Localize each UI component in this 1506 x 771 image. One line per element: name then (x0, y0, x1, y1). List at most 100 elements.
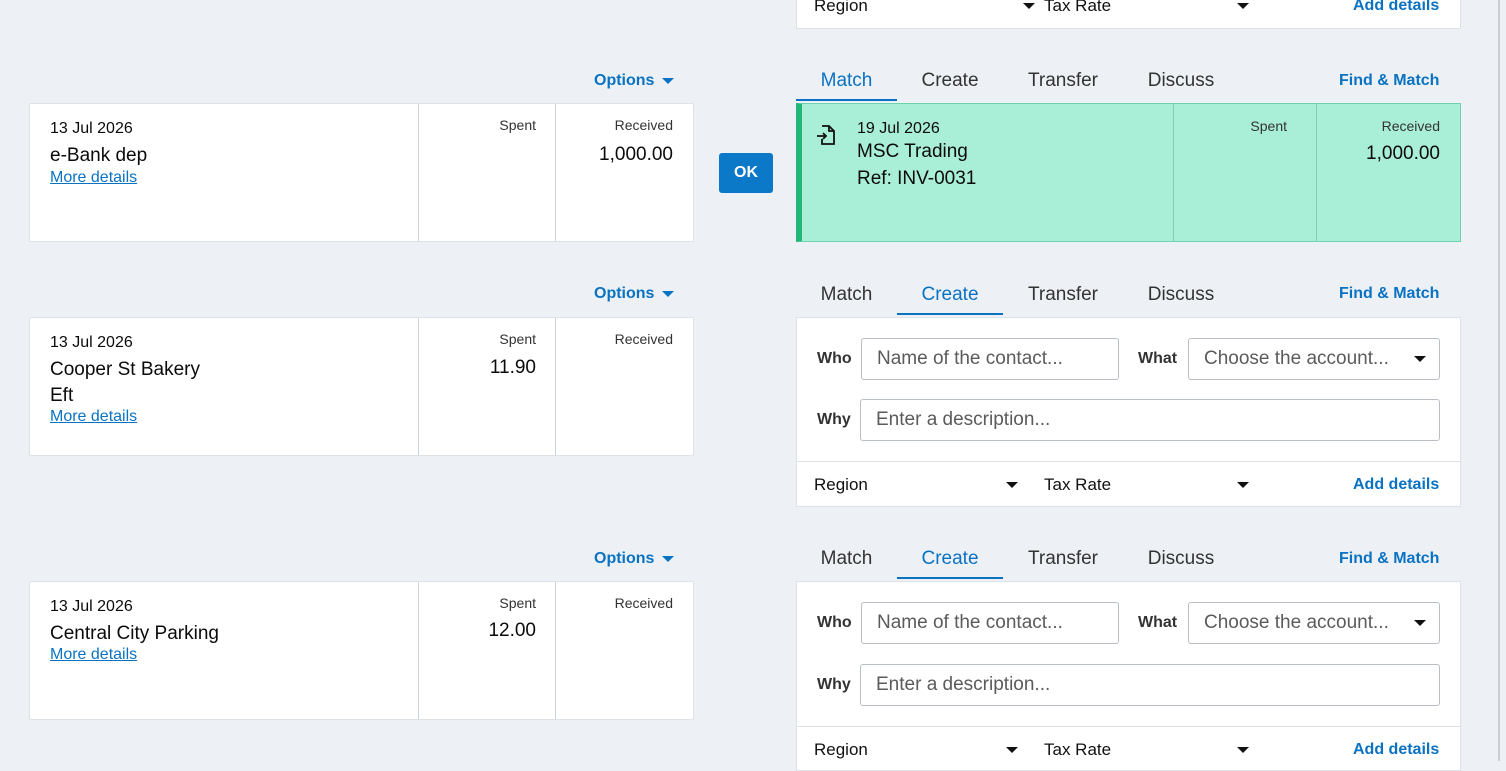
add-details-link[interactable]: Add details (1353, 741, 1439, 759)
tax-rate-label: Tax Rate (1044, 475, 1112, 494)
tax-rate-label: Tax Rate (1044, 0, 1112, 15)
region-select[interactable]: Region (814, 475, 1024, 495)
tab-create[interactable]: Create (897, 67, 1003, 101)
scrollbar[interactable] (1498, 0, 1500, 761)
divider (797, 461, 1460, 462)
caret-down-icon (662, 556, 675, 562)
options-dropdown[interactable]: Options (594, 72, 675, 90)
what-account-select[interactable]: Choose the account... (1188, 602, 1440, 644)
why-label: Why (817, 411, 851, 428)
reconcile-tabs: Match Create Transfer Discuss (796, 67, 1239, 101)
options-dropdown[interactable]: Options (594, 550, 675, 568)
received-amount: 1,000.00 (1366, 143, 1440, 164)
tab-transfer[interactable]: Transfer (1003, 67, 1123, 101)
column-divider (1316, 104, 1317, 241)
tab-discuss[interactable]: Discuss (1123, 545, 1239, 579)
spent-header: Spent (499, 331, 536, 347)
why-label: Why (817, 676, 851, 693)
region-select[interactable]: Region (814, 740, 1024, 760)
chevron-down-icon (1006, 482, 1018, 488)
received-header: Received (614, 331, 673, 347)
options-label: Options (594, 550, 655, 567)
ok-button[interactable]: OK (719, 153, 773, 193)
column-divider (555, 582, 556, 719)
invoice-doc-icon (816, 124, 836, 146)
match-reference: Ref: INV-0031 (857, 168, 977, 189)
chevron-down-icon (1023, 3, 1035, 9)
column-divider (1173, 104, 1174, 241)
options-dropdown[interactable]: Options (594, 285, 675, 303)
received-header: Received (1381, 118, 1440, 134)
options-label: Options (594, 72, 655, 89)
tax-rate-select[interactable]: Tax Rate (1044, 475, 1254, 495)
spent-header: Spent (499, 117, 536, 133)
spent-amount: 12.00 (488, 620, 536, 641)
caret-down-icon (662, 291, 675, 297)
match-contact: MSC Trading (857, 141, 968, 162)
who-contact-input[interactable]: Name of the contact... (861, 602, 1119, 644)
statement-date: 13 Jul 2026 (50, 120, 133, 137)
what-account-placeholder: Choose the account... (1204, 348, 1389, 369)
add-details-link[interactable]: Add details (1353, 0, 1439, 15)
find-and-match-link[interactable]: Find & Match (1339, 285, 1439, 303)
spent-amount: 11.90 (489, 357, 536, 378)
statement-payee: Central City Parking (50, 623, 219, 644)
who-contact-input[interactable]: Name of the contact... (861, 338, 1119, 380)
tab-transfer[interactable]: Transfer (1003, 281, 1123, 315)
more-details-link[interactable]: More details (50, 408, 137, 426)
chevron-down-icon (1237, 3, 1249, 9)
tab-create[interactable]: Create (897, 545, 1003, 579)
received-amount: 1,000.00 (599, 144, 673, 165)
tax-rate-select[interactable]: Tax Rate (1044, 740, 1254, 760)
reconcile-tabs: Match Create Transfer Discuss (796, 545, 1239, 579)
statement-date: 13 Jul 2026 (50, 334, 133, 351)
create-transaction-panel: Who Name of the contact... What Choose t… (796, 581, 1461, 771)
statement-payee: Cooper St Bakery (50, 359, 200, 380)
statement-line-card: 13 Jul 2026 Central City Parking More de… (29, 581, 694, 720)
region-label: Region (814, 0, 868, 15)
chevron-down-icon (1237, 482, 1249, 488)
what-label: What (1138, 614, 1178, 631)
why-description-input[interactable]: Enter a description... (860, 399, 1440, 441)
tax-rate-label: Tax Rate (1044, 740, 1112, 759)
statement-payee: e-Bank dep (50, 145, 148, 166)
chevron-down-icon (1414, 356, 1426, 362)
what-label: What (1138, 350, 1178, 367)
statement-line-card: 13 Jul 2026 Cooper St Bakery Eft More de… (29, 317, 694, 456)
tab-discuss[interactable]: Discuss (1123, 67, 1239, 101)
statement-date: 13 Jul 2026 (50, 598, 133, 615)
tab-transfer[interactable]: Transfer (1003, 545, 1123, 579)
add-details-link[interactable]: Add details (1353, 476, 1439, 494)
options-label: Options (594, 285, 655, 302)
chevron-down-icon (1006, 747, 1018, 753)
statement-payee-line-2: Eft (50, 385, 74, 406)
more-details-link[interactable]: More details (50, 169, 137, 187)
column-divider (555, 104, 556, 241)
who-label: Who (817, 614, 852, 631)
more-details-link[interactable]: More details (50, 646, 137, 664)
find-and-match-link[interactable]: Find & Match (1339, 550, 1439, 568)
tax-rate-select[interactable]: Tax Rate (1044, 0, 1254, 16)
tab-match[interactable]: Match (796, 67, 897, 101)
region-select[interactable]: Region (814, 0, 1035, 16)
column-divider (418, 582, 419, 719)
find-and-match-link[interactable]: Find & Match (1339, 72, 1439, 90)
reconcile-tabs: Match Create Transfer Discuss (796, 281, 1239, 315)
create-transaction-panel: Who Name of the contact... What Choose t… (796, 317, 1461, 507)
region-label: Region (814, 475, 868, 494)
why-description-input[interactable]: Enter a description... (860, 664, 1440, 706)
column-divider (418, 318, 419, 455)
column-divider (555, 318, 556, 455)
match-date: 19 Jul 2026 (857, 120, 940, 137)
tab-match[interactable]: Match (796, 281, 897, 315)
tab-create[interactable]: Create (897, 281, 1003, 315)
region-label: Region (814, 740, 868, 759)
chevron-down-icon (1237, 747, 1249, 753)
match-suggestion-card[interactable]: 19 Jul 2026 MSC Trading Ref: INV-0031 Sp… (796, 103, 1461, 242)
received-header: Received (614, 595, 673, 611)
tab-discuss[interactable]: Discuss (1123, 281, 1239, 315)
tab-match[interactable]: Match (796, 545, 897, 579)
what-account-select[interactable]: Choose the account... (1188, 338, 1440, 380)
what-account-placeholder: Choose the account... (1204, 612, 1389, 633)
divider (797, 726, 1460, 727)
